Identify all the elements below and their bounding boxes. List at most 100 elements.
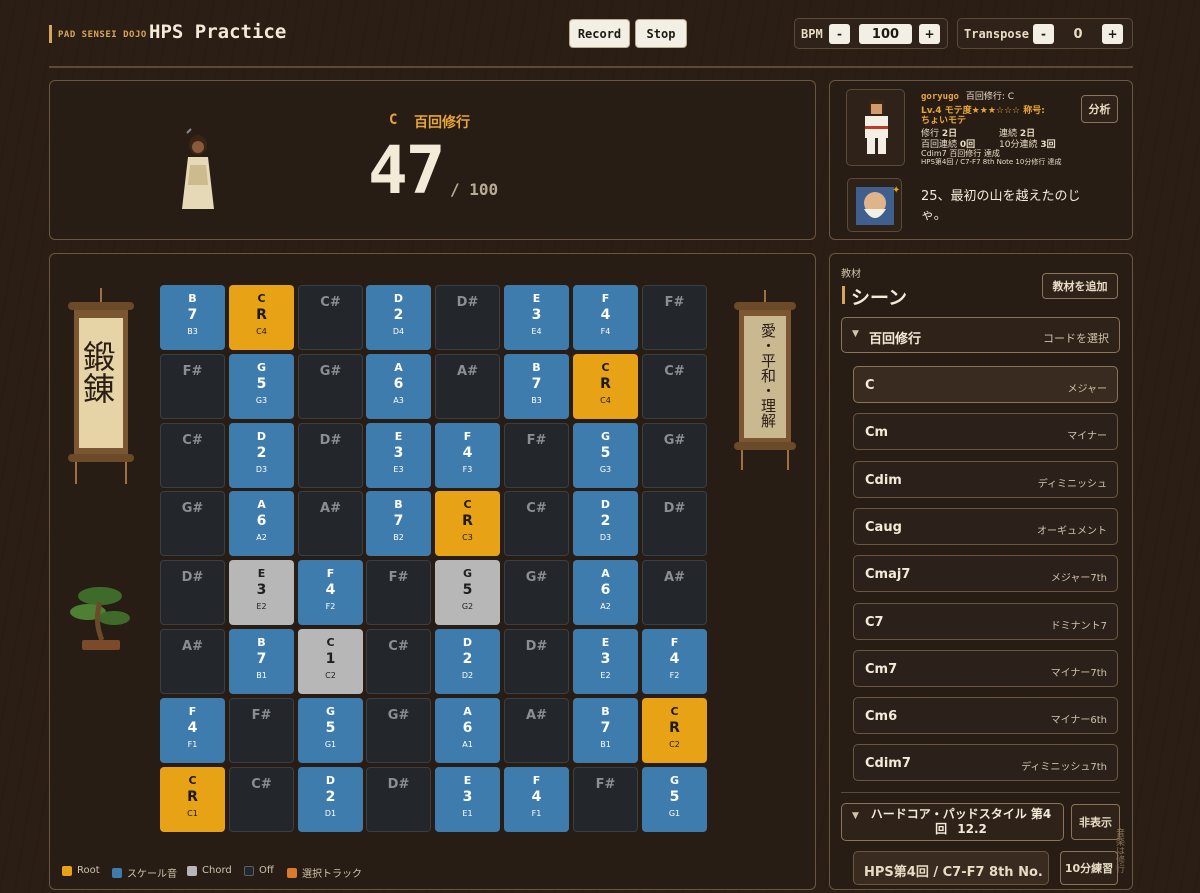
pad-scale[interactable]: E 3 E1	[435, 767, 500, 832]
chord-item[interactable]: C7 ドミナント7	[853, 603, 1118, 640]
pad-off[interactable]: C#	[160, 423, 225, 488]
pad-off[interactable]: G#	[642, 423, 707, 488]
analyze-button[interactable]: 分析	[1081, 95, 1118, 123]
chord-item[interactable]: Cm6 マイナー6th	[853, 697, 1118, 734]
pad-off[interactable]: C#	[642, 354, 707, 419]
pad-chord[interactable]: C 1 C2	[298, 629, 363, 694]
pad-scale[interactable]: G 5 G3	[573, 423, 638, 488]
pad-scale[interactable]: B 7 B1	[229, 629, 294, 694]
pad-off[interactable]: A#	[642, 560, 707, 625]
pad-scale[interactable]: D 2 D3	[229, 423, 294, 488]
pad-off[interactable]: D#	[504, 629, 569, 694]
add-material-button[interactable]: 教材を追加	[1042, 273, 1118, 299]
pad-scale[interactable]: G 5 G1	[298, 698, 363, 763]
pad-off[interactable]: D#	[642, 491, 707, 556]
section-hardcore[interactable]: ▼ ハードコア・パッドスタイル 第4回 12.2	[841, 803, 1064, 841]
pad-octave: G1	[324, 740, 337, 749]
select-chord-link[interactable]: コードを選択	[1043, 330, 1109, 346]
chord-item-desc: マイナー	[1067, 431, 1107, 442]
pad-off[interactable]: A#	[160, 629, 225, 694]
pad-note: B	[532, 361, 541, 374]
pad-root[interactable]: C R C1	[160, 767, 225, 832]
pad-scale[interactable]: G 5 G1	[642, 767, 707, 832]
pad-off[interactable]: D#	[298, 423, 363, 488]
pad-degree: 3	[256, 582, 267, 598]
pad-scale[interactable]: E 3 E2	[573, 629, 638, 694]
pad-off[interactable]: D#	[435, 285, 500, 350]
chord-item[interactable]: C メジャー	[853, 366, 1118, 403]
pad-off[interactable]: G#	[366, 698, 431, 763]
stop-button[interactable]: Stop	[635, 19, 687, 48]
pad-scale[interactable]: F 4 F3	[435, 423, 500, 488]
section-hyakkai[interactable]: ▼ 百回修行 コードを選択	[841, 317, 1120, 353]
pad-scale[interactable]: B 7 B3	[504, 354, 569, 419]
chord-item[interactable]: Cdim ディミニッシュ	[853, 461, 1118, 498]
pad-scale[interactable]: F 4 F1	[160, 698, 225, 763]
pad-scale[interactable]: D 2 D2	[435, 629, 500, 694]
pad-scale[interactable]: E 3 E4	[504, 285, 569, 350]
pad-off[interactable]: G#	[504, 560, 569, 625]
pad-off[interactable]: G#	[160, 491, 225, 556]
pad-scale[interactable]: B 7 B2	[366, 491, 431, 556]
pad-chord[interactable]: G 5 G2	[435, 560, 500, 625]
pad-off[interactable]: G#	[298, 354, 363, 419]
pad-scale[interactable]: F 4 F4	[573, 285, 638, 350]
pad-scale[interactable]: D 2 D1	[298, 767, 363, 832]
pad-octave: B2	[393, 533, 404, 542]
pad-off[interactable]: C#	[298, 285, 363, 350]
pad-degree: 6	[462, 720, 473, 736]
chord-item[interactable]: Cdim7 ディミニッシュ7th	[853, 744, 1118, 781]
transpose-value[interactable]: 0	[1062, 24, 1094, 44]
transpose-increase-button[interactable]: +	[1102, 24, 1123, 44]
pad-scale[interactable]: B 7 B3	[160, 285, 225, 350]
pad-scale[interactable]: F 4 F2	[298, 560, 363, 625]
pad-scale[interactable]: E 3 E3	[366, 423, 431, 488]
pad-scale[interactable]: F 4 F1	[504, 767, 569, 832]
chord-item[interactable]: Cm7 マイナー7th	[853, 650, 1118, 687]
pad-scale[interactable]: A 6 A1	[435, 698, 500, 763]
pad-scale[interactable]: A 6 A2	[229, 491, 294, 556]
pad-root[interactable]: C R C4	[229, 285, 294, 350]
chord-item[interactable]: Cmaj7 メジャー7th	[853, 555, 1118, 592]
bpm-input[interactable]: 100	[859, 24, 912, 44]
chord-item[interactable]: Caug オーギュメント	[853, 508, 1118, 545]
hide-button[interactable]: 非表示	[1071, 804, 1120, 840]
pad-chord[interactable]: E 3 E2	[229, 560, 294, 625]
pad-scale[interactable]: D 2 D4	[366, 285, 431, 350]
pad-off[interactable]: F#	[229, 698, 294, 763]
pad-off[interactable]: A#	[504, 698, 569, 763]
transpose-decrease-button[interactable]: -	[1033, 24, 1054, 44]
pad-off[interactable]: F#	[573, 767, 638, 832]
track-item[interactable]: HPS第4回 / C7-F7 8th No...	[853, 851, 1049, 885]
pad-root[interactable]: C R C2	[642, 698, 707, 763]
pad-scale[interactable]: D 2 D3	[573, 491, 638, 556]
pad-scale[interactable]: G 5 G3	[229, 354, 294, 419]
pad-off[interactable]: C#	[229, 767, 294, 832]
pad-octave: D3	[255, 465, 268, 474]
pad-off[interactable]: D#	[366, 767, 431, 832]
pad-off[interactable]: F#	[642, 285, 707, 350]
pad-off[interactable]: C#	[504, 491, 569, 556]
chord-item[interactable]: Cm マイナー	[853, 413, 1118, 450]
bpm-increase-button[interactable]: +	[919, 24, 940, 44]
pad-scale[interactable]: A 6 A2	[573, 560, 638, 625]
pad-degree: 5	[669, 789, 680, 805]
pad-off[interactable]: A#	[435, 354, 500, 419]
pad-octave: E4	[531, 327, 542, 336]
transpose-label: Transpose	[964, 27, 1030, 41]
bpm-decrease-button[interactable]: -	[829, 24, 850, 44]
pad-off[interactable]: C#	[366, 629, 431, 694]
pad-off[interactable]: D#	[160, 560, 225, 625]
pad-off[interactable]: F#	[160, 354, 225, 419]
pad-scale[interactable]: F 4 F2	[642, 629, 707, 694]
pad-off[interactable]: F#	[366, 560, 431, 625]
pad-scale[interactable]: A 6 A3	[366, 354, 431, 419]
pad-off[interactable]: A#	[298, 491, 363, 556]
pad-root[interactable]: C R C4	[573, 354, 638, 419]
ten-minute-practice-button[interactable]: 10分練習	[1060, 851, 1118, 885]
pad-off[interactable]: F#	[504, 423, 569, 488]
record-button[interactable]: Record	[569, 19, 630, 48]
pad-scale[interactable]: B 7 B1	[573, 698, 638, 763]
pad-note: E	[601, 636, 610, 649]
pad-root[interactable]: C R C3	[435, 491, 500, 556]
